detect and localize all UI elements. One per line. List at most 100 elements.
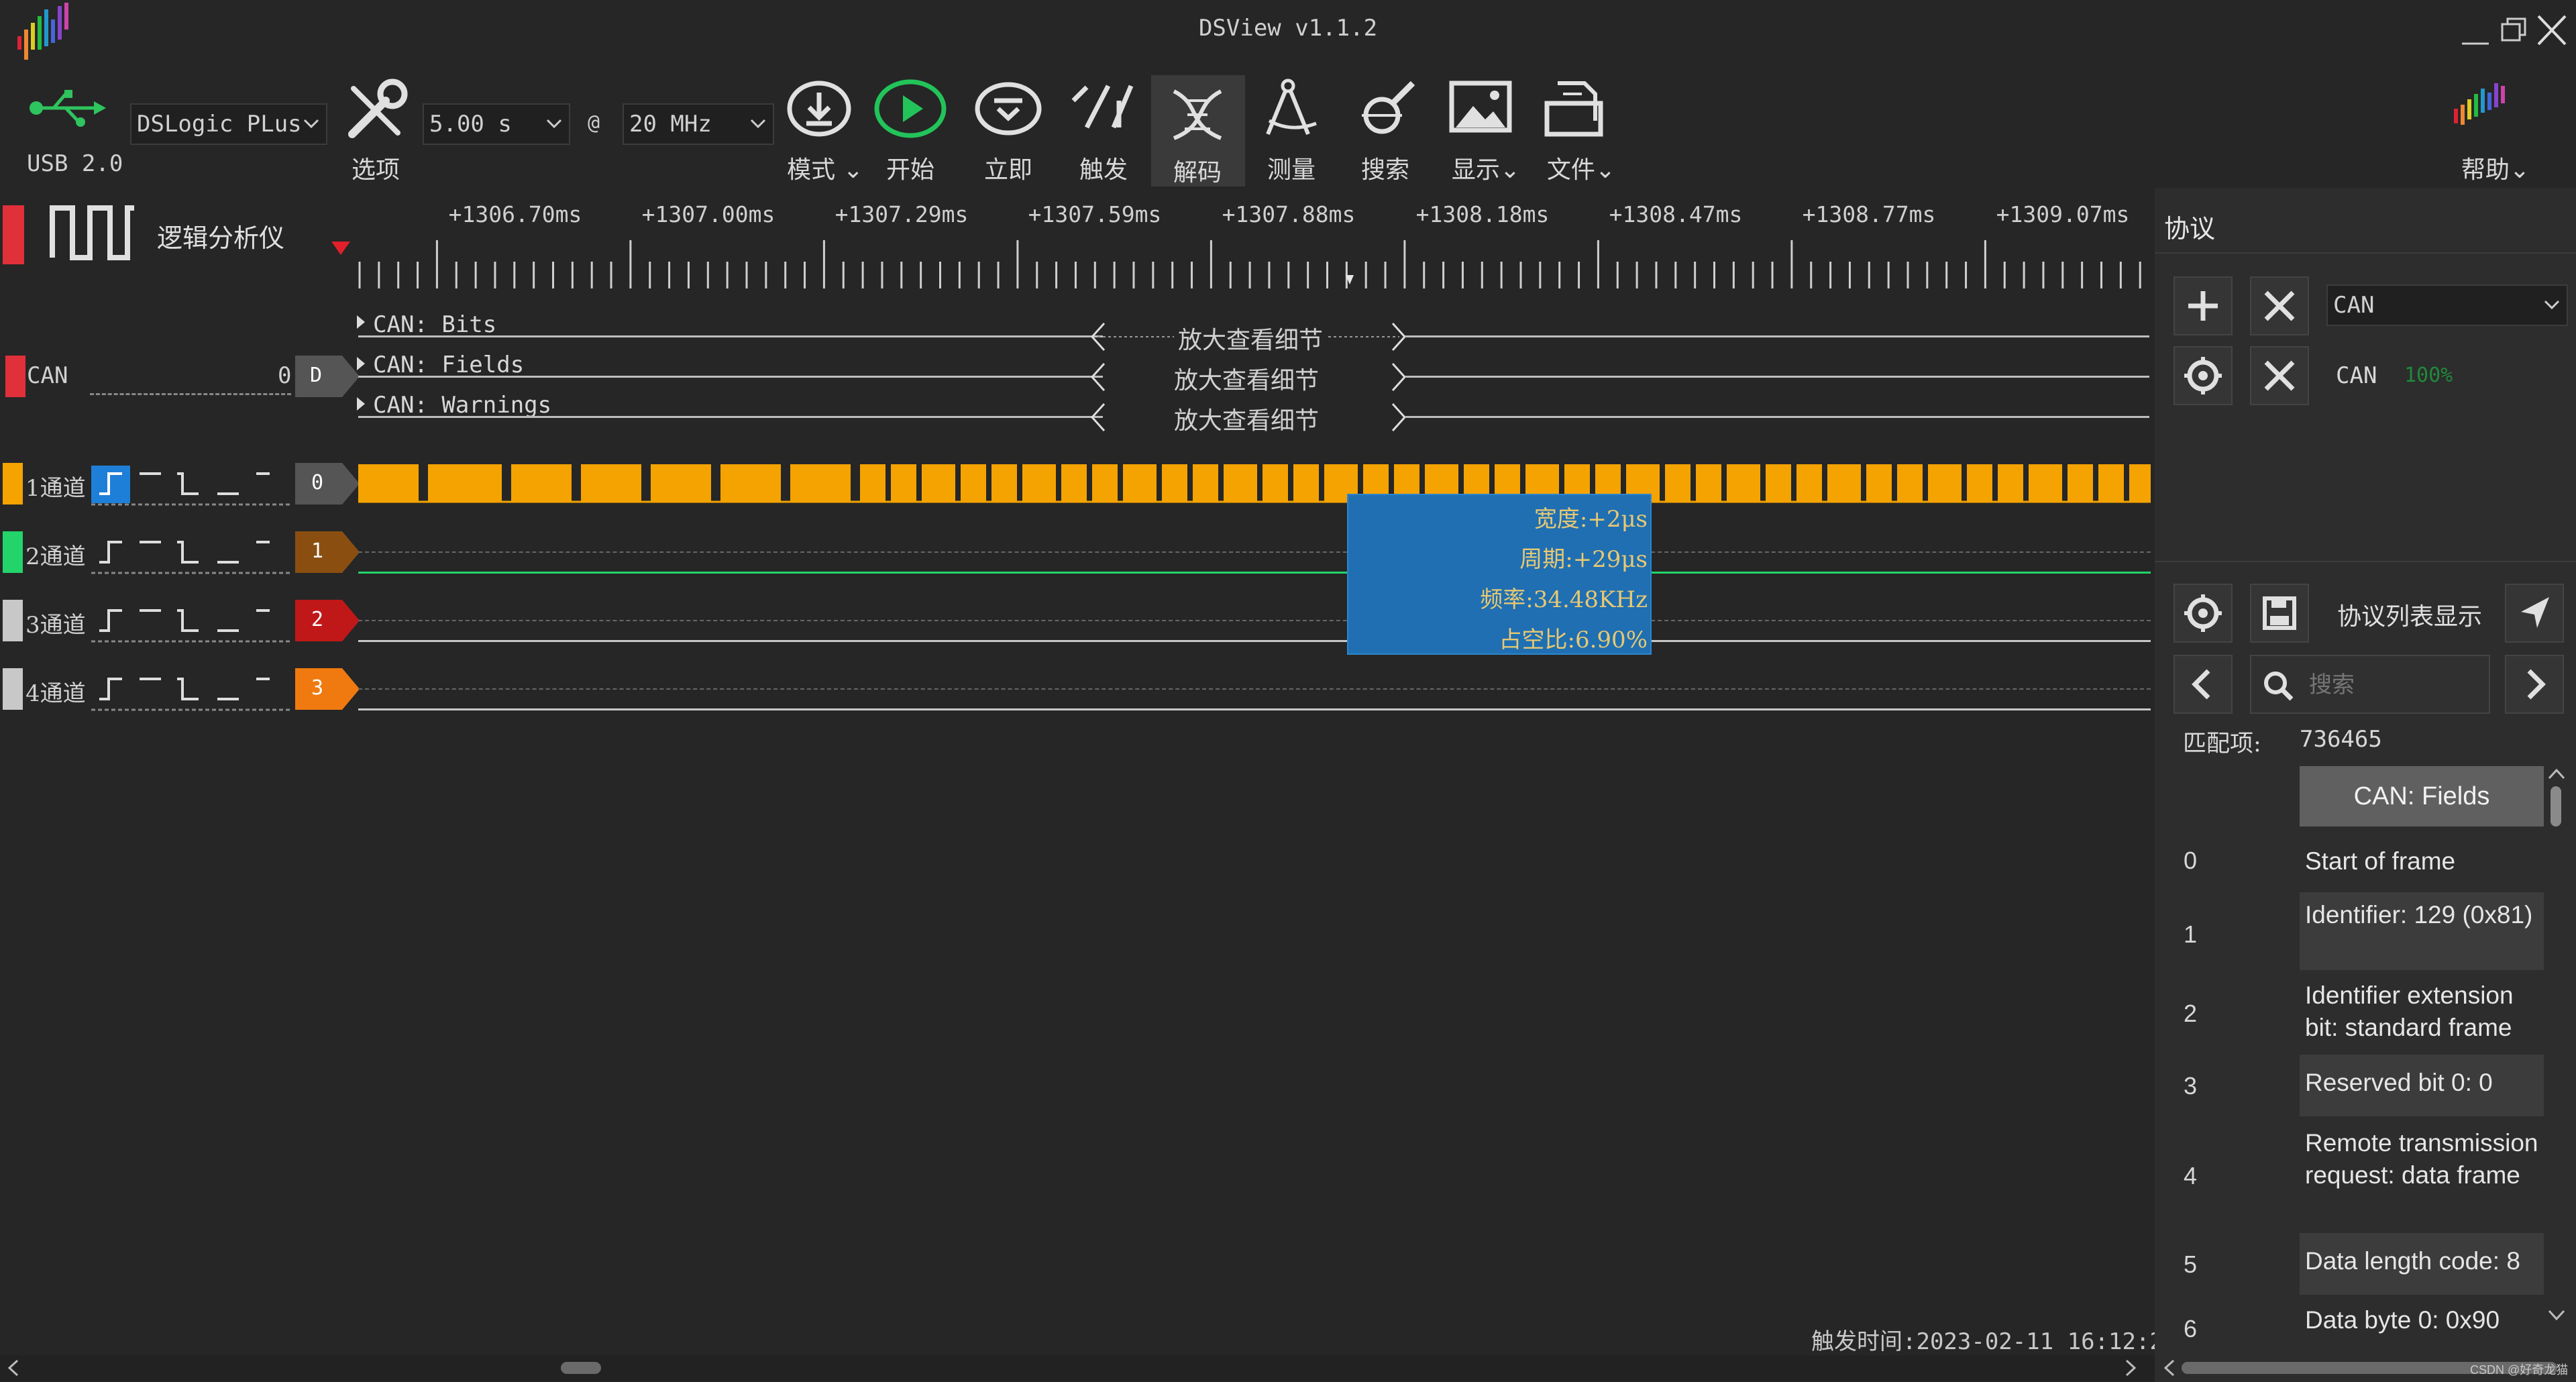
measure-label[interactable]: 测量 (1254, 150, 1328, 185)
list-row-cell[interactable]: Start of frame (2300, 831, 2544, 892)
list-row-cell[interactable]: Identifier extension bit: standard frame (2300, 973, 2544, 1051)
channel-tag[interactable] (295, 668, 360, 710)
save-disk-icon (2263, 596, 2296, 630)
active-decoder-name: CAN (2336, 362, 2377, 389)
channel-tag[interactable] (295, 600, 360, 641)
trigger-label[interactable]: 触发 (1067, 150, 1140, 185)
channel-1-waveform[interactable] (358, 462, 2151, 504)
channel-2-midline (358, 551, 2151, 553)
trigger-marker-icon (331, 242, 350, 255)
file-menu[interactable]: 文件⌄ (1538, 150, 1625, 185)
save-list-button[interactable] (2250, 584, 2309, 643)
channel-name[interactable]: 4通道 (25, 675, 86, 708)
search-input[interactable] (2308, 666, 2485, 704)
options-wrench-icon[interactable] (339, 74, 413, 148)
list-row-index: 2 (2184, 1000, 2198, 1027)
list-row-cell[interactable]: Data length code: 8 (2300, 1233, 2544, 1295)
search-box[interactable] (2250, 655, 2490, 714)
list-row-cell[interactable]: Reserved bit 0: 0 (2300, 1055, 2544, 1116)
channel-tag[interactable] (295, 463, 360, 504)
list-row-cell[interactable]: Data byte 0: 0x90 (2300, 1300, 2544, 1340)
navigate-arrow-icon (2521, 597, 2549, 628)
pulse-high (1224, 464, 1257, 502)
search-next-button[interactable] (2505, 655, 2564, 714)
decoder-tag[interactable] (295, 356, 360, 397)
scroll-left-icon[interactable] (5, 1358, 21, 1378)
remove-protocol-button[interactable] (2250, 276, 2309, 335)
pulse-high (1998, 464, 2023, 502)
measure-width: 宽度:+2μs (1534, 506, 1648, 533)
expand-arrow-icon[interactable] (357, 357, 365, 370)
search-icon (2264, 672, 2294, 701)
start-label[interactable]: 开始 (873, 150, 947, 185)
channel-trigger-buttons (91, 678, 292, 711)
mode-download-icon[interactable] (782, 74, 856, 148)
match-count: 736465 (2300, 726, 2382, 753)
add-protocol-button[interactable] (2174, 276, 2233, 335)
search-prev-button[interactable] (2174, 655, 2233, 714)
list-settings-button[interactable] (2174, 584, 2233, 643)
instant-label[interactable]: 立即 (971, 150, 1045, 185)
help-menu[interactable]: 帮助⌄ (2449, 150, 2542, 185)
search-label[interactable]: 搜索 (1348, 150, 1422, 185)
goto-button[interactable] (2505, 584, 2564, 643)
expand-arrow-icon[interactable] (357, 397, 365, 411)
file-label: 文件 (1546, 156, 1595, 184)
decoder-name[interactable]: CAN (27, 362, 68, 389)
channel-tag[interactable] (295, 531, 360, 573)
remove-decoder-button[interactable] (2250, 346, 2309, 405)
pulse-high (2029, 464, 2062, 502)
channel-3-midline (358, 620, 2151, 621)
restore-icon[interactable] (2494, 7, 2534, 54)
decode-dna-icon[interactable] (1161, 78, 1234, 152)
protocol-list-column-header[interactable]: CAN: Fields (2300, 766, 2544, 827)
panel-scroll-left-icon[interactable] (2161, 1358, 2178, 1378)
pulse-high (1766, 464, 1791, 502)
measure-compass-icon[interactable] (1254, 74, 1328, 148)
search-icon[interactable] (1348, 74, 1422, 148)
horizontal-scrollbar[interactable] (0, 1355, 2155, 1382)
pulse-high (428, 464, 502, 502)
sample-rate-select[interactable]: 20 MHz (623, 103, 774, 145)
protocol-select-value: CAN (2333, 292, 2375, 319)
duration-select[interactable]: 5.00 s (423, 103, 570, 145)
channel-name[interactable]: 3通道 (25, 606, 86, 639)
scroll-up-icon[interactable] (2546, 766, 2567, 782)
pulse-high (1162, 464, 1187, 502)
channel-2-waveform[interactable] (358, 572, 2151, 574)
channel-color-marker (3, 668, 23, 710)
ruler-tick-label: +1306.70ms (448, 201, 582, 227)
decoder-settings-button[interactable] (2174, 346, 2233, 405)
start-play-icon[interactable] (873, 74, 947, 148)
help-logo-icon[interactable] (2449, 79, 2522, 140)
pulse-high (1696, 464, 1721, 502)
protocol-select[interactable]: CAN (2326, 284, 2568, 326)
channel-name[interactable]: 2通道 (25, 538, 86, 571)
mode-menu[interactable]: 模式 ⌄ (778, 150, 872, 185)
display-menu[interactable]: 显示⌄ (1442, 150, 1529, 185)
device-select[interactable]: DSLogic PLus (130, 103, 327, 145)
options-label[interactable]: 选项 (335, 150, 416, 185)
close-icon (2264, 360, 2295, 391)
display-image-icon[interactable] (1444, 74, 1517, 148)
channel-4-midline (358, 688, 2151, 690)
channel-3-waveform[interactable] (358, 640, 2151, 642)
expand-arrow-icon[interactable] (357, 315, 365, 329)
minimize-icon[interactable] (2455, 7, 2496, 54)
decode-label[interactable]: 解码 (1161, 153, 1234, 188)
file-folder-icon[interactable] (1539, 74, 1613, 148)
instant-capture-icon[interactable] (971, 74, 1045, 148)
measure-frequency: 频率:34.48KHz (1480, 586, 1648, 613)
decoder-row-line (1405, 376, 2149, 378)
scrollbar-thumb[interactable] (561, 1362, 601, 1374)
protocol-list-title: 协议列表显示 (2337, 603, 2483, 631)
list-scrollbar-thumb[interactable] (2551, 786, 2561, 827)
list-row-cell[interactable]: Identifier: 129 (0x81) (2300, 892, 2544, 970)
scroll-down-icon[interactable] (2546, 1307, 2567, 1323)
close-icon[interactable] (2532, 7, 2572, 54)
channel-name[interactable]: 1通道 (25, 470, 86, 502)
channel-4-waveform[interactable] (358, 708, 2151, 710)
scroll-right-icon[interactable] (2123, 1358, 2139, 1378)
trigger-icon[interactable] (1067, 74, 1140, 148)
list-row-cell[interactable]: Remote transmission request: data frame (2300, 1120, 2544, 1230)
